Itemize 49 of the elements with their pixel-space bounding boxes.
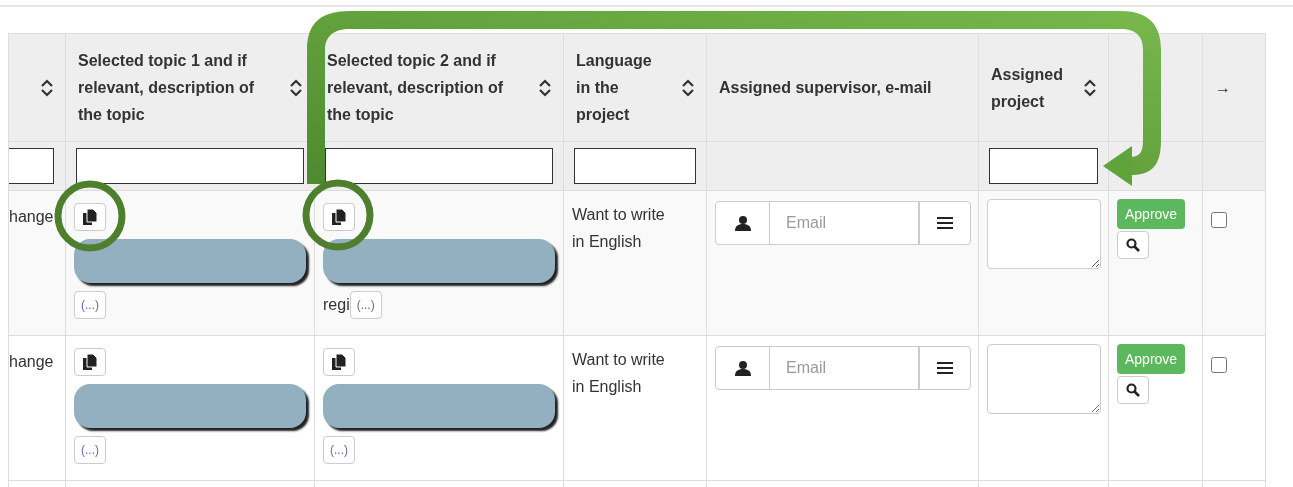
sort-icon[interactable] <box>1084 78 1096 97</box>
copy-icon <box>83 209 97 225</box>
filter-field[interactable] <box>9 148 54 184</box>
expand-button[interactable]: (...) <box>349 291 382 319</box>
expand-button[interactable]: (...) <box>74 436 106 464</box>
column-header: Selected topic 1 and if relevant, description of the topic <box>78 51 256 125</box>
copy-button[interactable] <box>74 348 106 376</box>
email-input-group[interactable]: Email <box>715 346 971 390</box>
search-icon <box>1126 238 1140 252</box>
expand-button[interactable]: (...) <box>74 291 106 319</box>
user-icon <box>734 360 751 376</box>
copy-icon <box>332 209 346 225</box>
email-input-group[interactable]: Email <box>715 201 971 245</box>
column-header: Selected topic 2 and if relevant, description of the topic <box>327 51 505 125</box>
menu-icon[interactable] <box>937 361 953 375</box>
column-header: Language in the project <box>576 51 653 125</box>
sort-icon[interactable] <box>539 78 551 97</box>
email-field[interactable]: Email <box>770 202 918 244</box>
topic-text: regi <box>323 295 350 315</box>
sort-icon[interactable] <box>682 78 694 97</box>
copy-icon <box>83 354 97 370</box>
sort-icon[interactable] <box>290 78 302 97</box>
search-icon <box>1126 383 1140 397</box>
column-header: → <box>1215 78 1231 98</box>
menu-icon[interactable] <box>937 216 953 230</box>
copy-icon <box>332 354 346 370</box>
column-header: Assigned project <box>991 64 1064 112</box>
table-cell: hange <box>9 353 54 370</box>
filter-field[interactable] <box>989 148 1098 184</box>
table-cell: hange <box>9 208 54 225</box>
user-icon <box>734 215 751 231</box>
search-button[interactable] <box>1117 231 1149 259</box>
highlight-circle <box>54 180 126 252</box>
language-text: Want to write in English <box>572 205 666 252</box>
filter-field[interactable] <box>574 148 696 184</box>
copy-button[interactable] <box>323 348 355 376</box>
search-button[interactable] <box>1117 376 1149 404</box>
sort-icon[interactable] <box>41 78 53 97</box>
row-checkbox[interactable] <box>1211 212 1227 228</box>
highlight-circle <box>302 179 374 251</box>
filter-field[interactable] <box>325 148 553 184</box>
column-header: Assigned supervisor, e-mail <box>719 78 932 98</box>
copy-button[interactable] <box>74 203 106 231</box>
expand-button[interactable]: (...) <box>323 436 355 464</box>
copy-button[interactable] <box>323 203 355 231</box>
language-text: Want to write in English <box>572 350 666 397</box>
row-checkbox[interactable] <box>1211 357 1227 373</box>
filter-field[interactable] <box>76 148 304 184</box>
email-field[interactable]: Email <box>770 347 918 389</box>
